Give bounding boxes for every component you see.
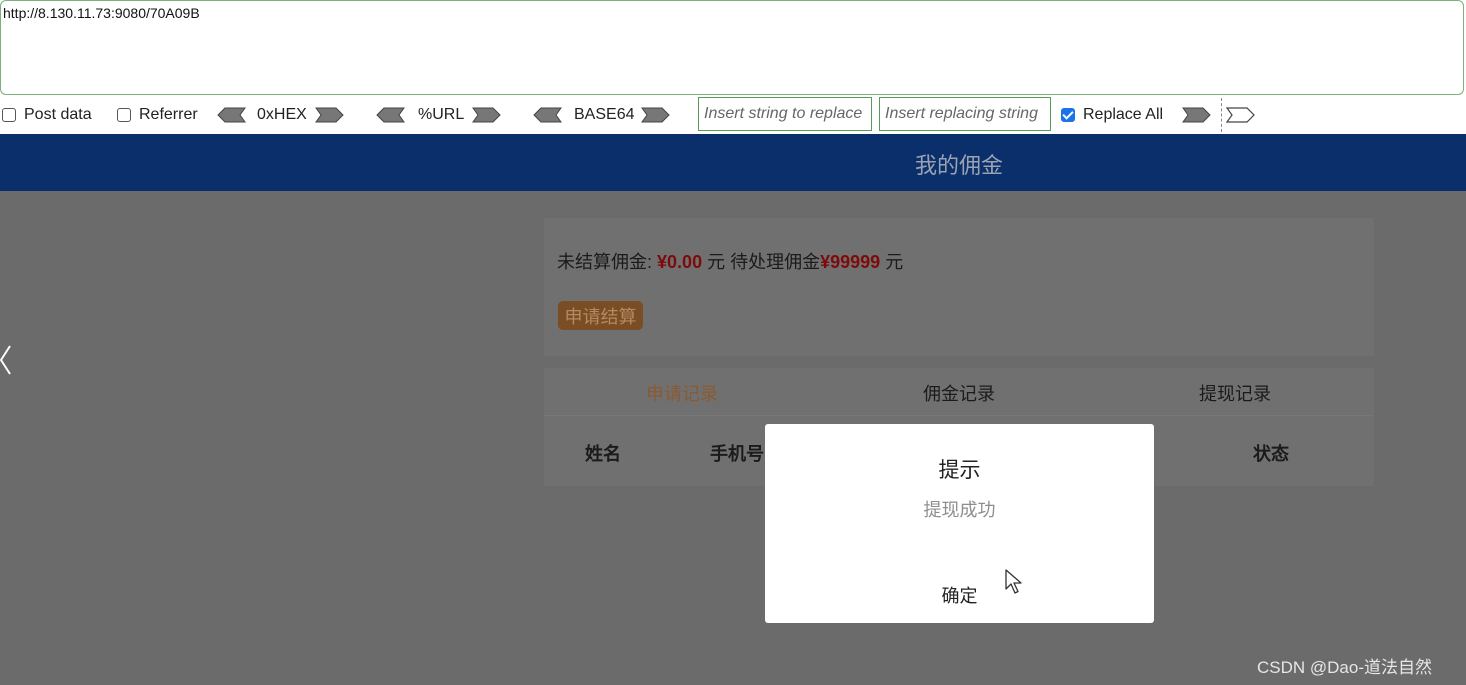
- back-arrow-icon[interactable]: [0, 344, 12, 381]
- records-tabs: 申请记录 佣金记录 提现记录: [544, 368, 1374, 416]
- pending-label: 待处理佣金: [730, 252, 821, 272]
- base64-encode-button[interactable]: [641, 96, 671, 134]
- tab-commission-records[interactable]: 佣金记录: [859, 380, 1059, 406]
- find-string-input[interactable]: Insert string to replace: [698, 97, 872, 131]
- confirm-button[interactable]: 确定: [765, 582, 1154, 608]
- post-data-toggle[interactable]: Post data: [2, 96, 92, 134]
- arrow-right-icon: [1182, 106, 1212, 124]
- column-phone: 手机号: [710, 444, 764, 464]
- url-box[interactable]: [0, 0, 1464, 95]
- column-name: 姓名: [585, 444, 621, 464]
- replace-string-input[interactable]: Insert replacing string: [879, 97, 1051, 131]
- unit-text: 元: [885, 252, 904, 272]
- unsettled-amount: ¥0.00: [657, 252, 703, 272]
- tab-apply-records[interactable]: 申请记录: [582, 380, 782, 406]
- base64-decode-button[interactable]: [532, 96, 562, 134]
- arrow-right-icon: [472, 106, 502, 124]
- arrow-left-icon: [375, 106, 405, 124]
- page-title: 我的佣金: [914, 153, 1003, 178]
- page-header: 我的佣金: [0, 134, 1466, 191]
- column-status: 状态: [1253, 444, 1289, 464]
- hex-label: 0xHEX: [257, 106, 307, 123]
- referrer-label: Referrer: [139, 106, 198, 123]
- dialog-title: 提示: [938, 459, 981, 482]
- arrow-left-icon: [216, 106, 246, 124]
- url-decode-button[interactable]: [375, 96, 405, 134]
- pending-amount: ¥99999: [820, 252, 881, 272]
- tab-withdraw-records[interactable]: 提现记录: [1135, 380, 1335, 406]
- base64-label: BASE64: [574, 106, 635, 123]
- replace-button[interactable]: [1182, 96, 1212, 134]
- url-label: %URL: [418, 106, 465, 123]
- commission-summary: 未结算佣金: ¥0.00 元 待处理佣金¥99999 元: [557, 248, 903, 274]
- hex-encode-button[interactable]: [315, 96, 345, 134]
- replace-next-button[interactable]: [1226, 96, 1256, 134]
- apply-settlement-button[interactable]: 申请结算: [558, 301, 643, 330]
- unsettled-label: 未结算佣金:: [557, 252, 653, 272]
- referrer-checkbox[interactable]: [117, 108, 131, 122]
- replace-all-checkbox[interactable]: [1061, 108, 1075, 122]
- arrow-right-icon: [315, 106, 345, 124]
- dialog-message: 提现成功: [923, 500, 996, 520]
- commission-summary-card: 未结算佣金: ¥0.00 元 待处理佣金¥99999 元 申请结算: [544, 218, 1374, 356]
- unit-text: 元: [707, 252, 726, 272]
- hex-decode-button[interactable]: [216, 96, 246, 134]
- url-encode-button[interactable]: [472, 96, 502, 134]
- alert-dialog: 提示 提现成功 确定: [765, 424, 1154, 623]
- page-overlay: 我的佣金 未结算佣金: ¥0.00 元 待处理佣金¥99999 元 申请结算 申…: [0, 134, 1466, 685]
- replace-all-toggle[interactable]: Replace All: [1061, 96, 1163, 134]
- toolbar-divider: [1221, 98, 1222, 132]
- mouse-cursor-icon: [1005, 569, 1023, 600]
- arrow-left-icon: [532, 106, 562, 124]
- arrow-right-icon: [1226, 106, 1256, 124]
- arrow-right-icon: [641, 106, 671, 124]
- post-data-label: Post data: [24, 106, 92, 123]
- referrer-toggle[interactable]: Referrer: [117, 96, 198, 134]
- replace-all-label: Replace All: [1083, 106, 1164, 123]
- url-input[interactable]: [3, 5, 1453, 85]
- post-data-checkbox[interactable]: [2, 108, 16, 122]
- watermark: CSDN @Dao-道法自然: [1257, 658, 1432, 677]
